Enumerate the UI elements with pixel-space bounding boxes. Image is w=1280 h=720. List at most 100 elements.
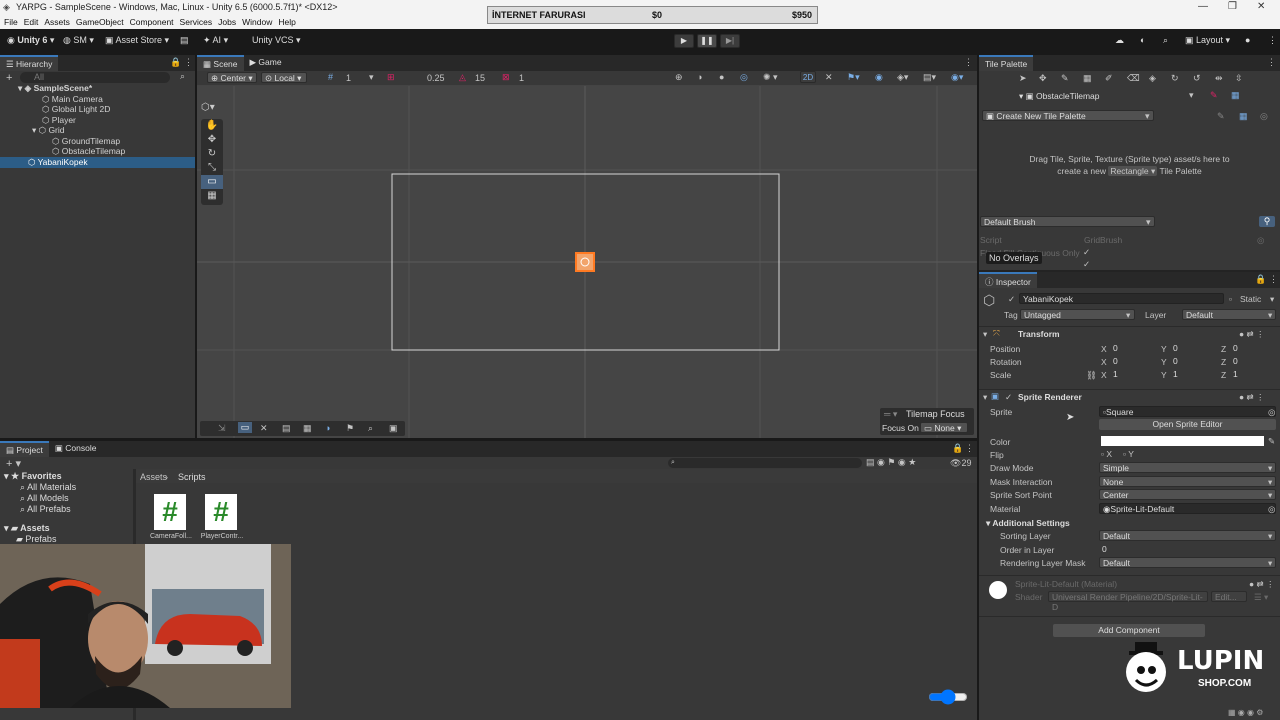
selected-sprite[interactable] (575, 252, 595, 272)
menu-item-assets[interactable]: Assets (44, 17, 70, 27)
tab-scene[interactable]: ▦ Scene (197, 55, 244, 71)
draw-mode-dropdown[interactable]: Simple (1099, 462, 1276, 473)
scene-menu-icon[interactable]: ⋮ (964, 57, 973, 68)
move-tool-icon[interactable]: ✥ (201, 133, 223, 147)
order-field[interactable]: 0 (1099, 543, 1276, 555)
hierarchy-search-input[interactable]: All (20, 72, 170, 83)
transform-position-y-field[interactable]: 0 (1170, 343, 1216, 354)
search-icon[interactable]: ⌕ (1163, 35, 1168, 46)
hand-tool-icon[interactable]: ✋ (201, 119, 223, 133)
gizmos-icon[interactable]: ◉▾ (951, 72, 963, 83)
transform-rotation-x-field[interactable]: 0 (1110, 356, 1156, 367)
menu-icon[interactable]: ⋮ (184, 57, 193, 68)
rotate-tool-icon[interactable]: ↻ (201, 147, 223, 161)
tile-eraser-icon[interactable]: ⌫ (1127, 73, 1140, 84)
hierarchy-item[interactable]: ▾ ⬡ Grid (32, 125, 65, 136)
open-sprite-editor-button[interactable]: Open Sprite Editor (1099, 419, 1276, 430)
grid-dropdown-icon[interactable]: ▾ (369, 72, 374, 83)
tile-brush-icon[interactable]: ✎ (1061, 73, 1069, 84)
extra-checkbox[interactable]: ✓ (1083, 259, 1090, 270)
erase-icon[interactable]: ✕ (260, 423, 268, 434)
assets-header[interactable]: ▾ ▰ Assets (4, 523, 50, 534)
static-checkbox[interactable]: ▫ (1229, 294, 1232, 304)
snap-increment-icon[interactable]: ⊞ (387, 72, 395, 83)
project-search-input[interactable]: ⌕ (668, 458, 862, 468)
orientation-tool[interactable]: ⬡▾ (201, 102, 225, 116)
layout-button[interactable]: ▣ Layout ▾ (1185, 35, 1230, 46)
sprite-field[interactable]: ▫Square (1099, 406, 1276, 417)
active-tilemap-dropdown[interactable]: ▾ ▣ ObstacleTilemap (1015, 90, 1197, 101)
menu-item-jobs[interactable]: Jobs (218, 17, 236, 27)
chevron-down-icon[interactable]: ▾ (1268, 463, 1272, 474)
scale-tool-icon[interactable]: ⤡ (201, 161, 223, 175)
inspector-lock-icon[interactable]: 🔒 (1255, 274, 1266, 285)
object-picker-icon[interactable]: ◎ (1268, 504, 1275, 515)
hierarchy-item[interactable]: ⬡ ObstacleTilemap (52, 146, 125, 157)
favorites-header[interactable]: ▾ ★ Favorites (4, 471, 62, 482)
lock-icon[interactable]: 🔒 (170, 57, 181, 68)
favorite-item[interactable]: ⌕ All Models (20, 493, 69, 504)
render-mode-icon[interactable]: ◎ (740, 72, 748, 83)
tile-box-icon[interactable]: ▦ (1083, 73, 1092, 84)
transform-scale-y-field[interactable]: 1 (1170, 369, 1216, 380)
chevron-down-icon[interactable]: ▾ (1268, 477, 1272, 488)
material-field[interactable]: ◉Sprite-Lit-Default (1099, 502, 1276, 514)
rotate-snap-icon[interactable]: ◬ (459, 72, 466, 83)
shader-dropdown[interactable]: Universal Render Pipeline/2D/Sprite-Lit-… (1048, 591, 1208, 612)
rotate-snap-value[interactable]: 15 (475, 73, 485, 83)
tab-inspector[interactable]: ⓘ Inspector (979, 272, 1037, 288)
scene-viewport[interactable]: ⬡▾ ✋ ✥ ↻ ⤡ ▭ ▦ ⇲ ▭ ✕ ▤ ▦ ◑ ⚑ ⌕ ▣ ═ ▾ Til… (197, 86, 977, 438)
script-target-icon[interactable]: ◎ (1257, 235, 1264, 246)
tp-menu-icon[interactable]: ⋮ (1267, 57, 1276, 68)
grid-toggle-icon[interactable]: ▦ (1231, 90, 1240, 101)
tile-flip-x-icon[interactable]: ⇹ (1215, 73, 1223, 84)
sr-help-icon[interactable]: ● ⇄ ⋮ (1239, 392, 1264, 403)
breadcrumb-assets[interactable]: Assets (140, 472, 167, 482)
tab-game[interactable]: ▶ Game (244, 55, 288, 71)
menu-item-window[interactable]: Window (242, 17, 272, 27)
shader-menu-icon[interactable]: ☰ ▾ (1254, 592, 1268, 603)
flip-x-checkbox[interactable]: ▫ X (1101, 449, 1112, 459)
hierarchy-item[interactable]: ⬡ Global Light 2D (42, 104, 110, 115)
snap-value[interactable]: 0.25 (427, 73, 445, 83)
help-icon[interactable]: ● (1245, 35, 1250, 45)
select-tile-icon[interactable]: ⇲ (218, 423, 226, 434)
focus-on-dropdown[interactable]: ▭ None ▾ (920, 422, 968, 433)
tab-console[interactable]: ▣ Console (49, 441, 103, 457)
menu-item-component[interactable]: Component (130, 17, 174, 27)
breadcrumb-scripts[interactable]: Scripts (178, 472, 206, 482)
pivot-dropdown[interactable]: ⊕ Center ▾ (207, 72, 257, 83)
pick-icon[interactable]: ▦ (303, 423, 312, 434)
rendering-mask-dropdown[interactable]: Default (1099, 557, 1276, 568)
transform-position-z-field[interactable]: 0 (1230, 343, 1276, 354)
palette-grid-icon[interactable]: ▦ (1239, 111, 1248, 122)
project-add-icon[interactable]: + ▾ (6, 457, 21, 470)
sorting-layer-dropdown[interactable]: Default (1099, 530, 1276, 541)
overlay-menu-icon[interactable]: ▤▾ (923, 72, 936, 83)
rotate-tile-icon[interactable]: ◑ (325, 423, 330, 433)
foldout-icon[interactable]: ▾ (32, 125, 39, 135)
transform-tool-icon[interactable]: ▦ (201, 189, 223, 203)
additional-settings-foldout[interactable]: ▾ Additional Settings (986, 518, 1070, 529)
grid-count[interactable]: 1 (346, 73, 351, 83)
mask-dropdown[interactable]: None (1099, 475, 1276, 487)
chevron-down-icon[interactable]: ▾ (1268, 490, 1272, 501)
brush-dropdown[interactable]: Default Brush (980, 216, 1155, 227)
rect-tool-icon[interactable]: ▭ (201, 175, 223, 189)
tile-picker-icon[interactable]: ✐ (1105, 73, 1113, 84)
grid-snap-icon[interactable]: # (328, 72, 333, 82)
tag-dropdown-icon[interactable]: ▾ (1126, 310, 1130, 321)
search-filter-icon[interactable]: ⌕ (180, 71, 185, 82)
play-icon[interactable]: ▶ (674, 34, 694, 48)
object-name-field[interactable]: YabaniKopek (1019, 293, 1224, 304)
lighting-icon[interactable]: ✺ ▾ (763, 72, 778, 83)
add-icon[interactable]: + (6, 72, 12, 84)
minimize-icon[interactable]: — (1198, 1, 1208, 12)
eyedropper-icon[interactable]: ✎ (1268, 436, 1275, 447)
foldout-icon[interactable]: ▾ (18, 83, 25, 93)
palette-dropdown[interactable]: ▣ Create New Tile Palette (982, 110, 1154, 121)
transform-rotation-z-field[interactable]: 0 (1230, 356, 1276, 367)
camera-icon[interactable]: ◈▾ (897, 72, 908, 83)
status-icons[interactable]: ▦ ◉ ◉ ⚙ (1228, 708, 1263, 717)
2d-mode-toggle[interactable]: 2D (800, 71, 816, 83)
